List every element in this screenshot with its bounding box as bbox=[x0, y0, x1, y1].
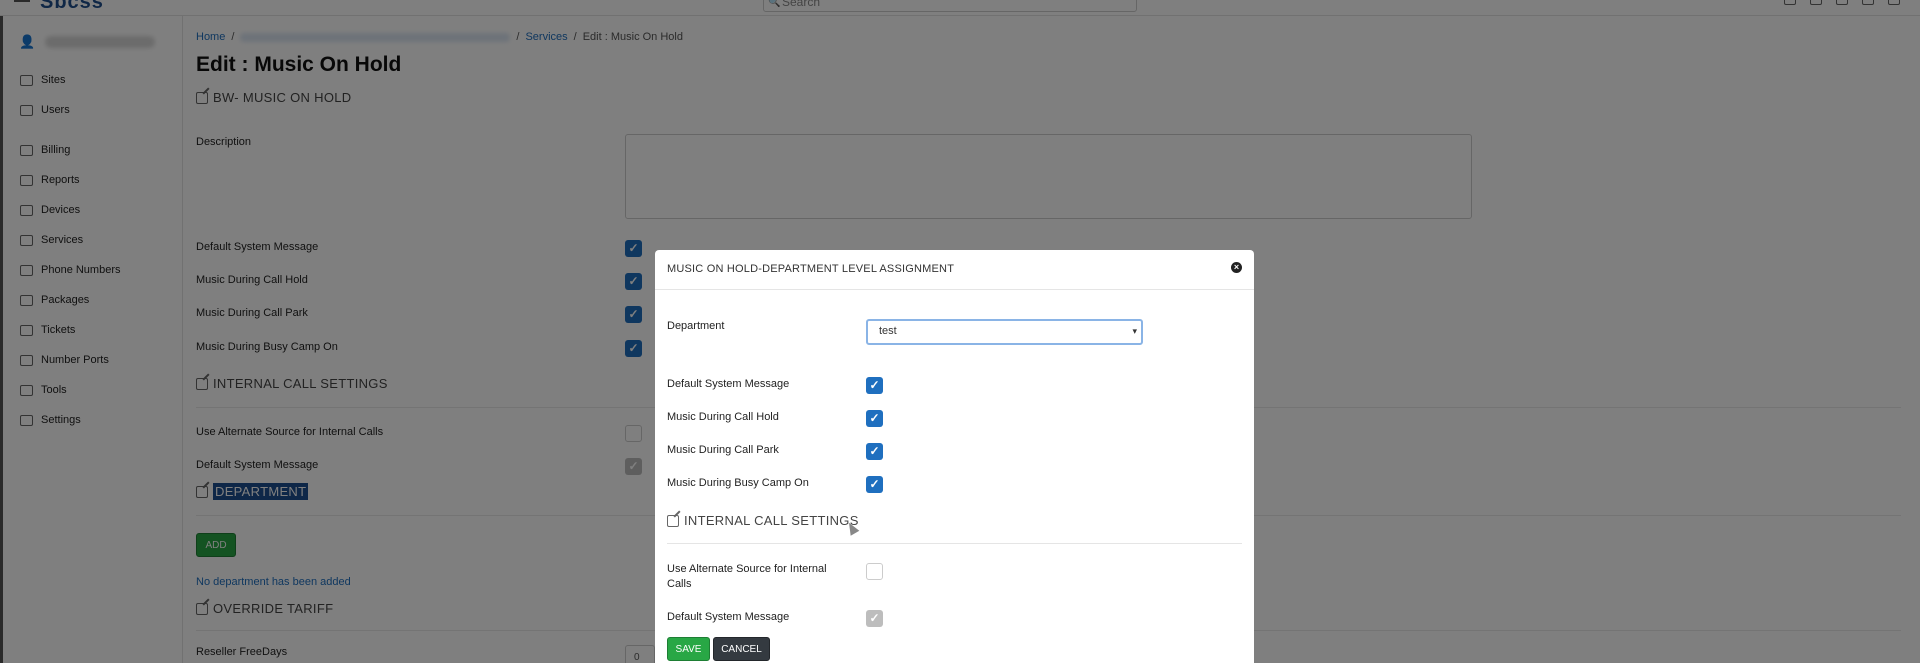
modal-field-internal-default-system-message: Default System Message bbox=[667, 611, 790, 623]
modal-divider bbox=[667, 543, 1242, 544]
chevron-down-icon: ▾ bbox=[1132, 326, 1137, 336]
modal-field-music-during-call-park: Music During Call Park bbox=[667, 444, 779, 456]
modal-checkbox-music-during-busy-camp-on[interactable]: ✓ bbox=[866, 476, 883, 493]
cancel-button[interactable]: CANCEL bbox=[713, 637, 770, 661]
modal-checkbox-default-system-message[interactable]: ✓ bbox=[866, 377, 883, 394]
modal-checkbox-use-alternate-source[interactable] bbox=[866, 563, 883, 580]
modal-divider bbox=[655, 289, 1254, 290]
modal-checkbox-music-during-call-hold[interactable]: ✓ bbox=[866, 410, 883, 427]
modal-field-default-system-message: Default System Message bbox=[667, 378, 790, 390]
modal-title: MUSIC ON HOLD-DEPARTMENT LEVEL ASSIGNMEN… bbox=[667, 263, 955, 275]
modal-field-use-alternate-source: Use Alternate Source for Internal Calls bbox=[667, 563, 827, 590]
modal-field-music-during-busy-camp-on: Music During Busy Camp On bbox=[667, 477, 809, 489]
modal-field-music-during-call-hold: Music During Call Hold bbox=[667, 411, 779, 423]
modal-checkbox-music-during-call-park[interactable]: ✓ bbox=[866, 443, 883, 460]
department-assignment-modal: MUSIC ON HOLD-DEPARTMENT LEVEL ASSIGNMEN… bbox=[655, 250, 1254, 663]
department-select[interactable]: test ▾ bbox=[866, 319, 1143, 345]
modal-checkbox-internal-default-system-message: ✓ bbox=[866, 610, 883, 627]
edit-icon bbox=[667, 514, 679, 527]
modal-section-internal-call-settings: INTERNAL CALL SETTINGS bbox=[667, 513, 859, 528]
department-label: Department bbox=[667, 320, 725, 332]
save-button[interactable]: SAVE bbox=[667, 637, 710, 661]
department-select-value: test bbox=[879, 325, 897, 337]
close-icon[interactable]: × bbox=[1231, 262, 1242, 273]
